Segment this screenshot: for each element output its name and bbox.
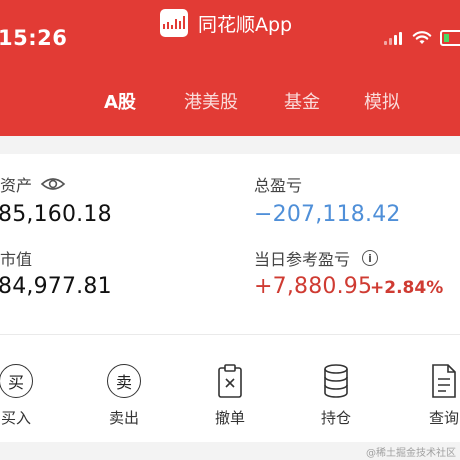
- app-title-text: 同花顺App: [198, 13, 293, 36]
- eye-icon[interactable]: [40, 176, 66, 192]
- sell-icon: 卖: [107, 364, 141, 398]
- footer: @稀土掘金技术社区: [0, 442, 460, 460]
- document-icon: [432, 364, 456, 398]
- database-icon: [324, 364, 348, 398]
- positions-button[interactable]: 持仓: [306, 361, 366, 428]
- total-pl-label: 总盈亏: [254, 176, 303, 195]
- total-pl-value: −207,118.42: [254, 202, 401, 227]
- tab-funds[interactable]: 基金: [284, 88, 320, 114]
- account-tabs: A股 港美股 基金 模拟: [0, 88, 460, 120]
- signal-icon: [384, 31, 404, 45]
- asset-summary-card: 总资产 85,160.18 总盈亏 −207,118.42 总市值 84,977…: [0, 154, 460, 334]
- total-assets-value: 85,160.18: [0, 202, 112, 227]
- cancel-order-label: 撤单: [214, 409, 245, 427]
- cancel-order-icon: [218, 364, 242, 398]
- status-time: 15:26: [0, 26, 68, 50]
- buy-button[interactable]: 买 买入: [0, 361, 46, 428]
- tab-a-shares[interactable]: A股: [104, 88, 136, 114]
- market-value-label: 总市值: [0, 250, 33, 269]
- daily-pl-value: +7,880.95: [254, 274, 373, 299]
- total-assets-label: 总资产: [0, 176, 33, 195]
- buy-icon: 买: [0, 364, 33, 398]
- trade-actions: 买 买入 卖 卖出 撤单 持仓 查询: [0, 334, 460, 443]
- positions-label: 持仓: [320, 409, 351, 427]
- cancel-order-button[interactable]: 撤单: [200, 361, 260, 428]
- app-title-bar: 同花顺App: [160, 8, 292, 38]
- status-icons: [384, 30, 460, 46]
- buy-label: 买入: [0, 409, 31, 427]
- market-value-value: 84,977.81: [0, 274, 112, 299]
- app-header: 15:26 同花顺App A股 港美股 基金 模拟: [0, 0, 460, 136]
- battery-icon: [440, 30, 460, 46]
- daily-pl-label-row: 当日参考盈亏 i: [254, 246, 379, 270]
- daily-pl-percent: +2.84%: [370, 278, 444, 298]
- daily-pl-label: 当日参考盈亏: [254, 250, 351, 269]
- tab-hk-us-stocks[interactable]: 港美股: [184, 88, 238, 114]
- query-label: 查询: [428, 409, 459, 427]
- sell-button[interactable]: 卖 卖出: [94, 361, 154, 428]
- tab-simulation[interactable]: 模拟: [364, 88, 400, 114]
- wifi-icon: [412, 31, 432, 44]
- query-button[interactable]: 查询: [414, 361, 460, 428]
- sell-label: 卖出: [108, 409, 139, 427]
- info-icon[interactable]: i: [362, 250, 379, 266]
- app-logo-icon: [160, 9, 188, 37]
- total-assets-label-row: 总资产: [0, 172, 66, 196]
- watermark: @稀土掘金技术社区: [366, 448, 456, 459]
